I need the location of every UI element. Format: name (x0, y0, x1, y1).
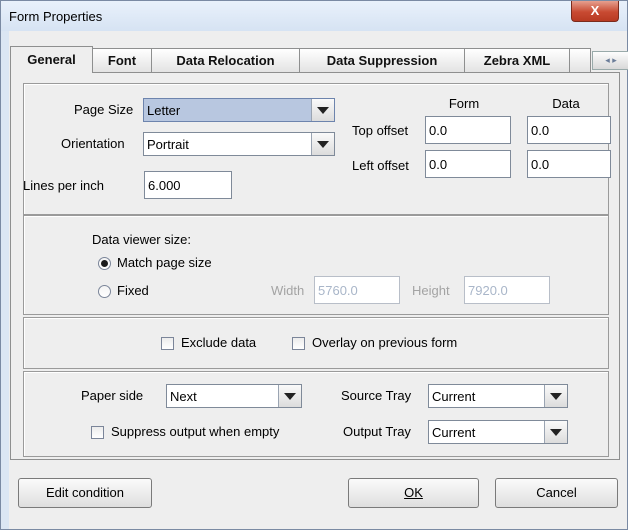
edit-condition-button[interactable]: Edit condition (18, 478, 152, 508)
match-page-size-label[interactable]: Match page size (117, 255, 212, 270)
orientation-value: Portrait (147, 137, 189, 152)
title-bar[interactable]: Form Properties X (1, 1, 627, 31)
window-title: Form Properties (9, 9, 103, 24)
overlay-previous-form-label[interactable]: Overlay on previous form (312, 335, 457, 350)
options-panel: Exclude data Overlay on previous form (23, 317, 609, 369)
page-size-value: Letter (147, 103, 181, 118)
height-input[interactable]: 7920.0 (464, 276, 550, 304)
lines-per-inch-input[interactable]: 6.000 (144, 171, 232, 199)
cancel-button[interactable]: Cancel (495, 478, 618, 508)
left-offset-label: Left offset (352, 158, 409, 173)
fixed-size-label[interactable]: Fixed (117, 283, 149, 298)
ok-button[interactable]: OK (348, 478, 479, 508)
width-value: 5760.0 (318, 283, 358, 298)
page-setup-panel: Page Size Letter Orientation Portrait Li… (23, 83, 611, 215)
paper-side-dropdown[interactable]: Next (166, 384, 302, 408)
tab-general[interactable]: General (10, 46, 93, 73)
tab-data-suppression[interactable]: Data Suppression (299, 48, 465, 72)
tab-overflow[interactable] (569, 48, 591, 72)
tab-strip: General Font Data Relocation Data Suppre… (8, 46, 628, 73)
width-label: Width (271, 283, 305, 298)
left-offset-data-input[interactable]: 0.0 (527, 150, 611, 178)
suppress-output-label[interactable]: Suppress output when empty (111, 424, 279, 439)
fixed-size-radio[interactable] (98, 285, 111, 298)
tab-zebra-xml[interactable]: Zebra XML (464, 48, 570, 72)
tab-data-relocation[interactable]: Data Relocation (151, 48, 300, 72)
source-tray-value: Current (432, 389, 476, 404)
output-tray-label: Output Tray (343, 424, 411, 439)
top-offset-data-value: 0.0 (531, 123, 550, 138)
data-viewer-size-heading: Data viewer size: (92, 232, 191, 247)
tab-panel-general: Page Size Letter Orientation Portrait Li… (10, 72, 620, 460)
left-offset-form-input[interactable]: 0.0 (425, 150, 511, 178)
lines-per-inch-label: Lines per inch (23, 178, 104, 193)
left-offset-form-value: 0.0 (429, 157, 448, 172)
chevron-down-icon[interactable] (278, 385, 301, 407)
lines-per-inch-value: 6.000 (148, 178, 181, 193)
ok-button-label: OK (404, 485, 423, 500)
output-tray-dropdown[interactable]: Current (428, 420, 568, 444)
source-tray-label: Source Tray (341, 388, 412, 403)
paper-side-value: Next (170, 389, 197, 404)
width-input[interactable]: 5760.0 (314, 276, 400, 304)
output-tray-value: Current (432, 425, 476, 440)
match-page-size-radio[interactable] (98, 257, 111, 270)
chevron-down-icon[interactable] (544, 421, 567, 443)
height-value: 7920.0 (468, 283, 508, 298)
suppress-output-checkbox[interactable] (91, 426, 104, 439)
cancel-button-label: Cancel (536, 485, 577, 500)
chevron-down-icon[interactable] (311, 133, 334, 155)
page-size-dropdown[interactable]: Letter (143, 98, 335, 122)
data-column-header: Data (552, 96, 580, 111)
orientation-label: Orientation (61, 136, 125, 151)
overlay-previous-form-checkbox[interactable] (292, 337, 305, 350)
chevron-down-icon[interactable] (544, 385, 567, 407)
exclude-data-checkbox[interactable] (161, 337, 174, 350)
data-viewer-size-panel: Data viewer size: Match page size Fixed … (23, 215, 609, 315)
top-offset-form-value: 0.0 (429, 123, 448, 138)
source-tray-dropdown[interactable]: Current (428, 384, 568, 408)
orientation-dropdown[interactable]: Portrait (143, 132, 335, 156)
tab-font[interactable]: Font (92, 48, 152, 72)
tab-scroll-arrows-icon[interactable]: ◂ ▸ (592, 51, 628, 70)
chevron-down-icon[interactable] (311, 99, 334, 121)
top-offset-form-input[interactable]: 0.0 (425, 116, 511, 144)
paper-side-label: Paper side (81, 388, 144, 403)
output-panel: Paper side Next Source Tray Current Supp… (23, 371, 609, 457)
left-offset-data-value: 0.0 (531, 157, 550, 172)
exclude-data-label[interactable]: Exclude data (181, 335, 256, 350)
close-icon[interactable]: X (571, 1, 619, 22)
page-size-label: Page Size (74, 102, 134, 117)
top-offset-data-input[interactable]: 0.0 (527, 116, 611, 144)
height-label: Height (412, 283, 450, 298)
top-offset-label: Top offset (352, 123, 409, 138)
form-column-header: Form (448, 96, 480, 111)
